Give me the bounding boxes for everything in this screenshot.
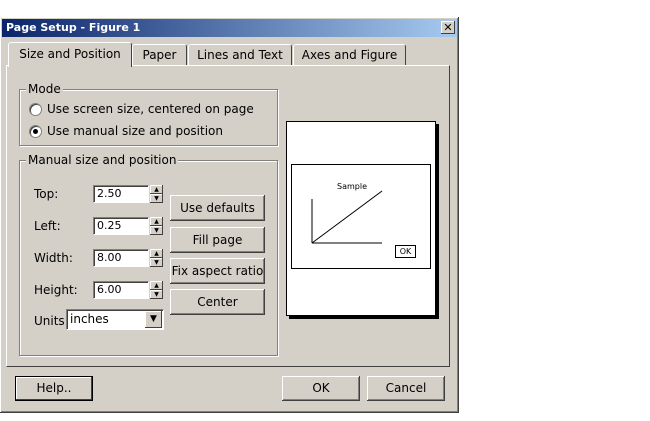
radio-manual-size-label[interactable]: Use manual size and position [47, 124, 223, 138]
top-input[interactable]: 2.50 [93, 185, 149, 203]
spin-up-icon[interactable]: ▲ [150, 217, 163, 226]
top-label: Top: [34, 187, 59, 201]
tab-paper[interactable]: Paper [132, 44, 187, 65]
tab-axes-and-figure[interactable]: Axes and Figure [293, 44, 406, 65]
width-input[interactable]: 8.00 [93, 249, 149, 267]
close-icon: ✕ [443, 21, 453, 34]
center-button[interactable]: Center [170, 289, 265, 315]
spin-down-icon[interactable]: ▼ [150, 226, 163, 235]
left-input[interactable]: 0.25 [93, 217, 149, 235]
tab-size-and-position[interactable]: Size and Position [8, 42, 132, 67]
tab-label: Lines and Text [197, 48, 283, 62]
radio-screen-size[interactable] [29, 103, 42, 116]
units-value: inches [70, 312, 109, 326]
top-spinner[interactable]: ▲ ▼ [150, 185, 163, 203]
cancel-button[interactable]: Cancel [367, 376, 445, 401]
width-spinner[interactable]: ▲ ▼ [150, 249, 163, 267]
spin-down-icon[interactable]: ▼ [150, 290, 163, 299]
units-select[interactable]: inches ▼ [66, 309, 164, 330]
left-label: Left: [34, 219, 61, 233]
tab-label: Paper [142, 48, 177, 62]
spin-up-icon[interactable]: ▲ [150, 281, 163, 290]
window-title: Page Setup - Figure 1 [6, 21, 141, 34]
left-spinner[interactable]: ▲ ▼ [150, 217, 163, 235]
help-button[interactable]: Help.. [15, 376, 93, 401]
title-bar: Page Setup - Figure 1 ✕ [2, 19, 457, 37]
mode-legend: Mode [26, 82, 63, 96]
height-label: Height: [34, 283, 78, 297]
chevron-down-icon[interactable]: ▼ [145, 311, 162, 328]
fill-page-button[interactable]: Fill page [170, 227, 265, 253]
tab-label: Size and Position [19, 47, 121, 61]
radio-manual-size[interactable] [29, 125, 42, 138]
spin-up-icon[interactable]: ▲ [150, 185, 163, 194]
tab-label: Axes and Figure [301, 48, 398, 62]
manual-size-legend: Manual size and position [26, 153, 179, 167]
use-defaults-button[interactable]: Use defaults [170, 195, 265, 221]
spin-down-icon[interactable]: ▼ [150, 194, 163, 203]
units-label: Units: [34, 314, 69, 328]
spin-down-icon[interactable]: ▼ [150, 258, 163, 267]
height-input[interactable]: 6.00 [93, 281, 149, 299]
page-preview: Sample OK [286, 121, 436, 316]
close-button[interactable]: ✕ [441, 21, 455, 34]
radio-screen-size-label[interactable]: Use screen size, centered on page [47, 102, 254, 116]
figure-preview: Sample OK [291, 164, 431, 269]
height-spinner[interactable]: ▲ ▼ [150, 281, 163, 299]
tab-lines-and-text[interactable]: Lines and Text [188, 44, 292, 65]
preview-ok-button: OK [395, 245, 416, 258]
width-label: Width: [34, 251, 73, 265]
spin-up-icon[interactable]: ▲ [150, 249, 163, 258]
fix-aspect-ratio-button[interactable]: Fix aspect ratio [170, 258, 265, 284]
ok-button[interactable]: OK [282, 376, 360, 401]
